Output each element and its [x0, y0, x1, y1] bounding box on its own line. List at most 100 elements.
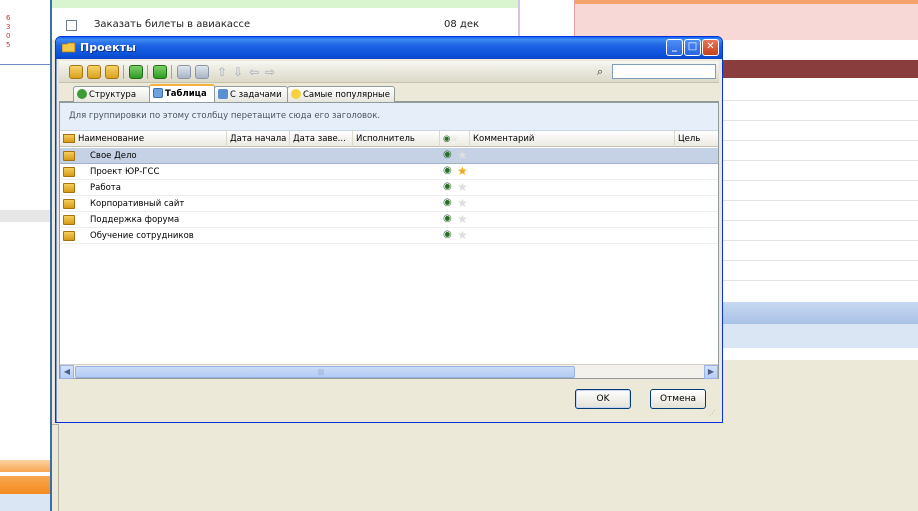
eye-icon[interactable]: ◉ — [443, 197, 452, 208]
group-hint: Для группировки по этому столбцу перетащ… — [69, 111, 381, 121]
task-title[interactable]: Заказать билеты в авиакассе — [94, 19, 250, 30]
background-task-row-green — [52, 0, 518, 8]
background-light-bar — [722, 324, 918, 348]
table-row[interactable]: Проект ЮР-ГСС ◉ ★ — [60, 164, 718, 180]
star-icon[interactable]: ★ — [457, 180, 468, 194]
open-project-icon[interactable] — [129, 65, 143, 79]
project-name: Обучение сотрудников — [90, 231, 194, 241]
close-button[interactable]: ✕ — [702, 39, 719, 56]
background-left-panel: 6 3 0 5 — [0, 0, 52, 511]
column-header-comment[interactable]: Комментарий — [470, 131, 675, 147]
arrow-right-icon[interactable]: ⇨ — [263, 65, 277, 79]
tasks-icon — [218, 89, 228, 99]
folder-icon — [63, 215, 75, 225]
eye-icon[interactable]: ◉ — [443, 165, 452, 176]
projects-grid: Для группировки по этому столбцу перетащ… — [59, 102, 719, 379]
folder-icon — [63, 199, 75, 209]
table-row[interactable]: Поддержка форума ◉ ★ — [60, 212, 718, 228]
scroll-left-button[interactable]: ◀ — [60, 365, 74, 379]
table-row[interactable]: Обучение сотрудников ◉ ★ — [60, 228, 718, 244]
tab-table[interactable]: Таблица — [149, 84, 215, 102]
table-icon — [153, 88, 163, 98]
column-header-start-date[interactable]: Дата начала — [227, 131, 290, 147]
cancel-button[interactable]: Отмена — [650, 389, 706, 409]
star-icon[interactable]: ★ — [457, 228, 468, 242]
group-icon[interactable] — [153, 65, 167, 79]
copy-icon[interactable] — [177, 65, 191, 79]
star-icon[interactable]: ★ — [457, 164, 468, 178]
background-band — [0, 210, 50, 222]
background-blue-bar — [0, 494, 50, 511]
column-header-goal[interactable]: Цель — [675, 131, 718, 147]
toolbar: ⇧ ⇩ ⇦ ⇨ ⌕ — [59, 61, 719, 83]
grid-rows: Свое Дело ◉ ★ Проект ЮР-ГСС ◉ ★ Работа ◉… — [60, 148, 718, 244]
background-left-numbers: 6 3 0 5 — [6, 14, 11, 49]
paste-icon[interactable] — [195, 65, 209, 79]
maximize-button[interactable]: □ — [684, 39, 701, 56]
table-row[interactable]: Свое Дело ◉ ★ — [60, 148, 718, 164]
dialog-footer: OK Отмена ⋰ — [59, 381, 719, 421]
project-name: Поддержка форума — [90, 215, 180, 225]
projects-dialog: Проекты _ □ ✕ ⇧ ⇩ ⇦ ⇨ ⌕ Структура Таблиц… — [55, 36, 723, 423]
group-by-panel[interactable]: Для группировки по этому столбцу перетащ… — [60, 103, 718, 131]
eye-icon[interactable]: ◉ — [443, 229, 452, 240]
arrow-down-icon[interactable]: ⇩ — [231, 65, 245, 79]
tab-structure[interactable]: Структура — [73, 86, 150, 102]
dialog-title: Проекты — [80, 41, 136, 54]
project-name: Работа — [90, 183, 121, 193]
resize-grip[interactable]: ⋰ — [709, 409, 716, 417]
arrow-up-icon[interactable]: ⇧ — [215, 65, 229, 79]
star-icon[interactable]: ★ — [457, 212, 468, 226]
column-header-name[interactable]: Наименование — [60, 131, 227, 147]
arrow-left-icon[interactable]: ⇦ — [247, 65, 261, 79]
tab-most-popular[interactable]: Самые популярные — [287, 86, 395, 102]
project-name: Корпоративный сайт — [90, 199, 185, 209]
star-icon: ☆ — [450, 134, 459, 144]
delete-project-icon[interactable] — [105, 65, 119, 79]
project-name: Свое Дело — [90, 151, 137, 161]
eye-icon[interactable]: ◉ — [443, 213, 452, 224]
folder-icon — [63, 231, 75, 241]
background-orange-bar — [0, 476, 50, 494]
ok-button[interactable]: OK — [575, 389, 631, 409]
search-input[interactable] — [612, 64, 716, 79]
table-row[interactable]: Работа ◉ ★ — [60, 180, 718, 196]
minimize-button[interactable]: _ — [666, 39, 683, 56]
column-header-assignee[interactable]: Исполнитель — [353, 131, 440, 147]
add-project-icon[interactable] — [69, 65, 83, 79]
scroll-right-button[interactable]: ▶ — [704, 365, 718, 379]
scroll-thumb[interactable]: ||| — [75, 366, 575, 378]
background-blue-bar — [722, 302, 918, 324]
background-orange-bar — [0, 460, 50, 472]
background-right-header — [722, 60, 918, 78]
grid-header: Наименование Дата начала Дата заве... Ис… — [60, 131, 718, 147]
divider — [0, 64, 50, 65]
column-header-end-date[interactable]: Дата заве... — [290, 131, 353, 147]
background-separator — [518, 0, 574, 40]
folder-icon — [62, 42, 76, 53]
title-bar[interactable]: Проекты _ □ ✕ — [56, 37, 722, 59]
smiley-icon — [291, 89, 301, 99]
background-calendar-header — [574, 0, 918, 40]
column-header-flags[interactable]: ◉☆ — [440, 131, 470, 147]
star-icon[interactable]: ★ — [457, 148, 468, 162]
eye-icon[interactable]: ◉ — [443, 181, 452, 192]
folder-icon — [63, 183, 75, 193]
search-icon: ⌕ — [597, 65, 604, 78]
view-tabs: Структура Таблица С задачами Самые попул… — [59, 84, 719, 102]
eye-icon[interactable]: ◉ — [443, 149, 452, 160]
horizontal-scrollbar[interactable]: ◀ ||| ▶ — [60, 364, 718, 379]
background-bottom-panel — [58, 424, 918, 511]
table-row[interactable]: Корпоративный сайт ◉ ★ — [60, 196, 718, 212]
folder-icon — [63, 151, 75, 161]
project-name: Проект ЮР-ГСС — [90, 167, 160, 177]
task-date: 08 дек — [444, 19, 480, 30]
background-task-list: Заказать билеты в авиакассе 08 дек — [52, 0, 518, 40]
tree-icon — [77, 89, 87, 99]
folder-icon — [63, 134, 75, 143]
folder-icon — [63, 167, 75, 177]
task-checkbox[interactable] — [66, 20, 77, 31]
tab-with-tasks[interactable]: С задачами — [214, 86, 288, 102]
edit-project-icon[interactable] — [87, 65, 101, 79]
star-icon[interactable]: ★ — [457, 196, 468, 210]
